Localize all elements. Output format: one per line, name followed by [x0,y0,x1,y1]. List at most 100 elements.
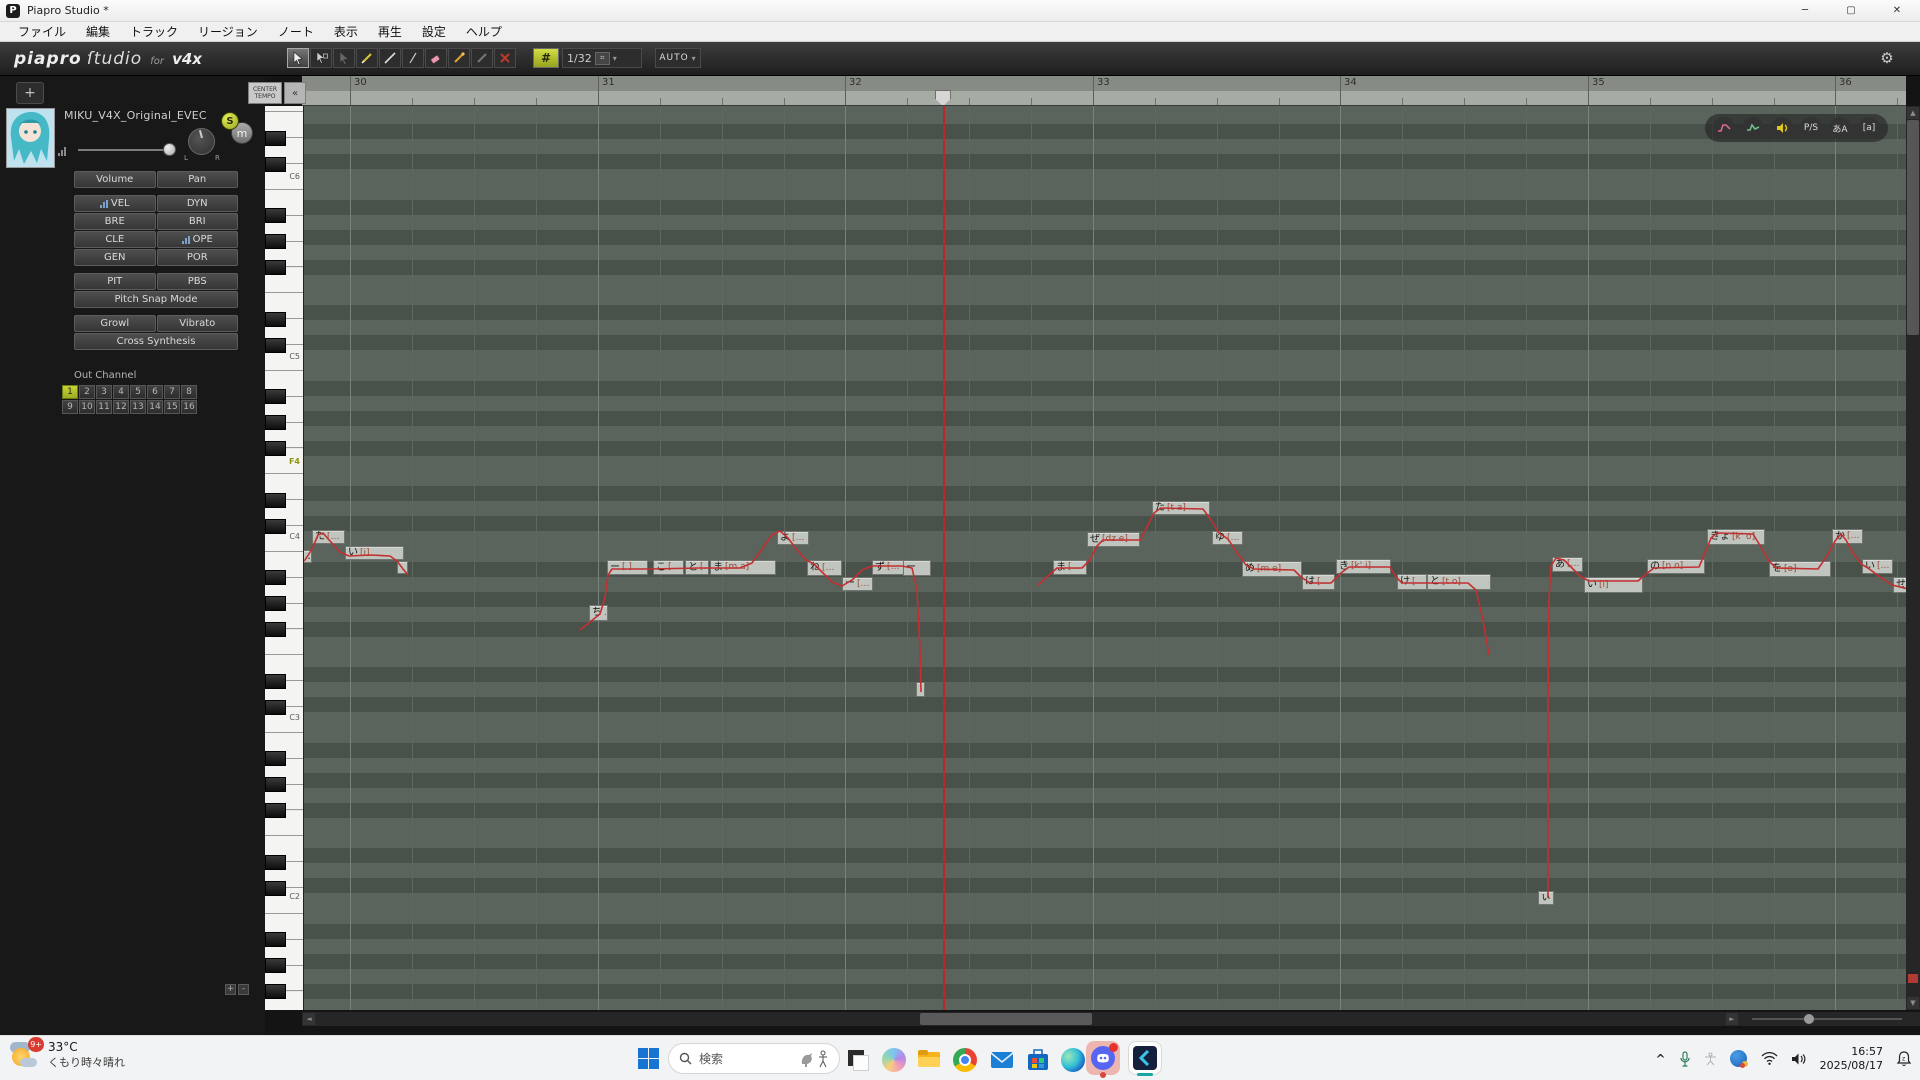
vertical-scroll-thumb[interactable] [1907,120,1919,335]
scroll-down-arrow[interactable]: ▼ [1907,997,1919,1009]
out-channel-6[interactable]: 6 [147,385,163,399]
gear-icon[interactable]: ⚙ [1876,48,1898,68]
pitch-vibrato-icon[interactable] [1742,117,1764,139]
param-button-pbs[interactable]: PBS [157,273,239,290]
minimize-button[interactable]: ─ [1782,0,1828,21]
copilot-icon[interactable] [882,1048,906,1072]
param-button-volume[interactable]: Volume [74,171,156,188]
piano-key-black[interactable] [265,493,286,508]
pencil-tool[interactable] [356,48,378,68]
wifi-icon[interactable] [1761,1052,1778,1065]
param-button-pit[interactable]: PIT [74,273,156,290]
param-button-ope[interactable]: OPE [157,231,239,248]
note[interactable]: こ[… [653,560,684,575]
edge-icon[interactable] [1061,1048,1085,1072]
note[interactable]: は[… [1302,574,1335,590]
piano-key-black[interactable] [265,234,286,249]
out-channel-4[interactable]: 4 [113,385,129,399]
param-button-growl[interactable]: Growl [74,315,156,332]
weather-app-tray-icon[interactable] [1730,1050,1748,1068]
microphone-icon[interactable] [1679,1051,1691,1067]
piano-key-black[interactable] [265,208,286,223]
timeline-zoom-knob[interactable] [1804,1014,1814,1024]
playhead-line[interactable] [943,106,945,1010]
menu-item-2[interactable]: トラック [120,23,188,40]
piano-key-black[interactable] [265,260,286,275]
curve-line-tool[interactable] [402,48,424,68]
piano-key-black[interactable] [265,157,286,172]
select-tool[interactable] [287,48,309,68]
out-channel-2[interactable]: 2 [79,385,95,399]
ms-store-icon[interactable] [1026,1048,1050,1072]
discord-icon[interactable] [1091,1046,1115,1070]
out-channel-12[interactable]: 12 [113,400,129,414]
phoneme-toggle-icon[interactable]: [a] [1858,117,1880,139]
param-button-dyn[interactable]: DYN [157,195,239,212]
piapro-studio-taskbar-icon[interactable] [1133,1046,1157,1070]
note[interactable]: きょ[k' o] [1707,529,1765,545]
accessibility-icon[interactable] [1704,1052,1717,1066]
note[interactable]: ま[m a] [710,560,776,575]
collapse-button[interactable]: « [284,82,306,104]
select-disabled-tool[interactable] [333,48,355,68]
chrome-icon[interactable] [953,1048,977,1072]
notification-bell-icon[interactable]: z [1896,1051,1912,1067]
param-button-bri[interactable]: BRI [157,213,239,230]
note[interactable] [916,682,925,697]
render-audio-icon[interactable] [1771,117,1793,139]
note[interactable]: ち… [589,605,608,621]
search-box[interactable]: 検索 [668,1043,840,1074]
note[interactable]: せ [1893,577,1906,593]
param-button-vel[interactable]: VEL [74,195,156,212]
vertical-scrollbar[interactable]: ▲ ▼ [1906,106,1920,1010]
piano-key-black[interactable] [265,803,286,818]
menu-item-4[interactable]: ノート [268,23,324,40]
keyboard-zoom-out-button[interactable]: - [238,984,249,995]
piano-roll[interactable]: …た[…い[i]ち…ー[ ]こ[…と[.ま[m a]よ[…ね[…ー[…ず[…ーま… [304,106,1906,1010]
note[interactable]: ま[… [1053,560,1087,575]
note[interactable]: い[… [1862,559,1893,574]
out-channel-7[interactable]: 7 [164,385,180,399]
volume-tray-icon[interactable] [1791,1052,1807,1066]
desktops-icon[interactable] [846,1048,870,1072]
note[interactable]: ー[ ] [607,560,648,575]
line-tool[interactable] [379,48,401,68]
eraser-tool[interactable] [425,48,447,68]
param-button-gen[interactable]: GEN [74,249,156,266]
close-button[interactable]: ✕ [1874,0,1920,21]
solo-button[interactable]: S [221,112,239,130]
piano-key-black[interactable] [265,700,286,715]
menu-item-0[interactable]: ファイル [8,23,76,40]
piano-key-black[interactable] [265,958,286,973]
note[interactable]: を[o] [1769,561,1831,577]
param-button-bre[interactable]: BRE [74,213,156,230]
note[interactable]: た[… [312,530,345,544]
out-channel-16[interactable]: 16 [181,400,197,414]
playhead-marker[interactable] [935,90,951,106]
note[interactable]: い[i] [345,546,404,560]
ps-toggle-icon[interactable]: P/S [1800,117,1822,139]
piano-key-black[interactable] [265,932,286,947]
out-channel-8[interactable]: 8 [181,385,197,399]
measure-ruler[interactable]: 30313233343536 [302,76,1906,106]
param-button-cle[interactable]: CLE [74,231,156,248]
note[interactable]: か[… [1832,529,1863,544]
piano-key-black[interactable] [265,777,286,792]
param-button-pitch-snap-mode[interactable]: Pitch Snap Mode [74,291,238,308]
menu-item-1[interactable]: 編集 [76,23,120,40]
center-tempo-badge[interactable]: CENTERTEMPO [248,82,282,104]
note[interactable]: ず[… [872,560,904,575]
menu-item-6[interactable]: 再生 [368,23,412,40]
piano-key-black[interactable] [265,415,286,430]
piano-key-black[interactable] [265,441,286,456]
piano-key-black[interactable] [265,389,286,404]
note[interactable]: ー[… [842,577,873,591]
volume-slider-handle[interactable] [163,143,176,156]
add-track-button[interactable]: + [16,82,44,104]
piano-key-black[interactable] [265,570,286,585]
piano-key-black[interactable] [265,338,286,353]
note[interactable]: い[i] [1584,577,1643,593]
scroll-right-arrow[interactable]: ► [1726,1013,1738,1025]
weather-widget[interactable]: 9+ 33°C くもり時々晴れ [10,1040,125,1070]
note[interactable]: ぃ [1538,891,1554,905]
